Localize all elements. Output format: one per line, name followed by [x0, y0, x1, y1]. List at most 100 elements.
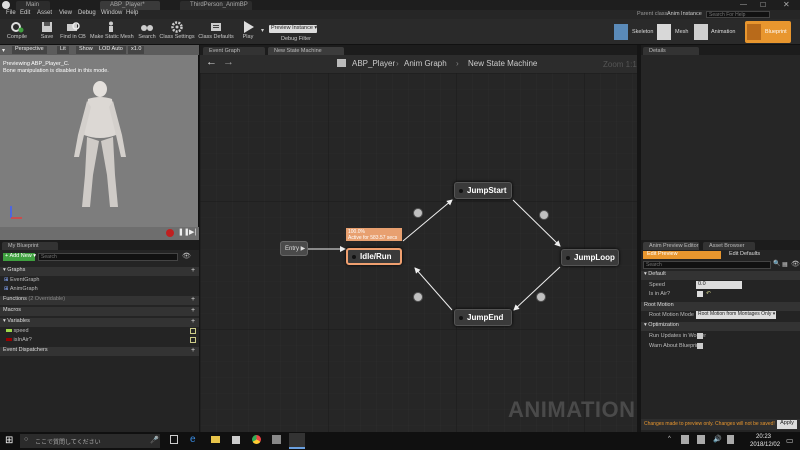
- lit-button[interactable]: Lit: [57, 46, 69, 54]
- warn-blueprint-checkbox[interactable]: [697, 343, 703, 349]
- menu-asset[interactable]: Asset: [37, 10, 52, 16]
- app-icon[interactable]: [272, 435, 281, 444]
- forward-arrow-icon[interactable]: →: [223, 56, 234, 68]
- record-button[interactable]: [166, 229, 174, 237]
- section-root-motion[interactable]: Root Motion: [641, 302, 800, 311]
- close-window-button[interactable]: ✕: [783, 0, 790, 9]
- tab-asset-browser[interactable]: Asset Browser: [703, 242, 755, 250]
- view-options-eye-icon[interactable]: 👁: [182, 252, 191, 260]
- breadcrumb-anim-graph[interactable]: Anim Graph: [404, 59, 447, 68]
- step-forward-button[interactable]: ▶|: [189, 228, 196, 236]
- section-graphs[interactable]: ▾ Graphs: [0, 267, 199, 276]
- section-event-dispatchers[interactable]: Event Dispatchers: [0, 347, 199, 356]
- menu-view[interactable]: View: [59, 10, 72, 16]
- menu-debug[interactable]: Debug: [78, 10, 96, 16]
- store-icon[interactable]: [232, 436, 240, 444]
- section-default[interactable]: ▾ Default: [641, 271, 800, 280]
- microphone-icon[interactable]: 🎤: [150, 436, 159, 444]
- mode-skeleton-button[interactable]: Skeleton: [612, 21, 653, 43]
- blueprint-search-input[interactable]: [38, 253, 178, 261]
- clock-date[interactable]: 2018/12/02: [750, 442, 780, 448]
- edit-defaults-tab[interactable]: Edit Defaults: [725, 251, 795, 259]
- apply-button[interactable]: Apply: [777, 420, 797, 429]
- tab-thirdperson-animbp[interactable]: ThirdPerson_AnimBP: [180, 1, 252, 10]
- add-graph-icon[interactable]: +: [191, 267, 195, 274]
- grid-view-icon[interactable]: ▦: [782, 261, 788, 268]
- entry-node[interactable]: Entry ▶: [280, 241, 308, 256]
- language-icon[interactable]: [727, 435, 734, 444]
- preview-viewport[interactable]: ▾ Perspective Lit Show LOD Auto x1.0 Pre…: [0, 45, 199, 240]
- graph-item-eventgraph[interactable]: ⊞ EventGraph: [4, 277, 40, 286]
- transition-rule-icon[interactable]: [539, 210, 549, 220]
- transition-rule-icon[interactable]: [536, 292, 546, 302]
- state-node-jumpend[interactable]: JumpEnd: [454, 309, 512, 326]
- battery-icon[interactable]: [697, 435, 705, 444]
- play-button[interactable]: Play: [236, 19, 260, 45]
- menu-edit[interactable]: Edit: [20, 10, 30, 16]
- task-view-icon[interactable]: [170, 435, 178, 444]
- breadcrumb-abp-player[interactable]: ABP_Player: [352, 59, 395, 68]
- variable-visibility-icon[interactable]: [190, 337, 196, 343]
- clock-time[interactable]: 20:23: [756, 434, 771, 440]
- state-node-idle-run[interactable]: Idle/Run: [346, 248, 402, 265]
- section-variables[interactable]: ▾ Variables: [0, 318, 199, 327]
- add-function-icon[interactable]: +: [191, 296, 195, 303]
- add-dispatcher-icon[interactable]: +: [191, 347, 195, 354]
- transition-rule-icon[interactable]: [413, 208, 423, 218]
- add-macro-icon[interactable]: +: [191, 307, 195, 314]
- compile-button[interactable]: Compile: [0, 19, 34, 45]
- mode-mesh-button[interactable]: Mesh: [655, 21, 691, 43]
- speed-input[interactable]: 0.0: [696, 281, 742, 289]
- viewport-menu-chevron-icon[interactable]: ▾: [2, 47, 5, 54]
- edit-preview-tab[interactable]: Edit Preview: [643, 251, 721, 259]
- tab-main[interactable]: Main: [16, 1, 50, 10]
- add-new-button[interactable]: + Add New ▾: [3, 253, 36, 261]
- section-functions[interactable]: Functions (2 Overridable): [0, 296, 199, 305]
- tab-new-state-machine[interactable]: New State Machine: [268, 47, 344, 55]
- chrome-icon[interactable]: [252, 435, 261, 444]
- inair-checkbox[interactable]: [697, 291, 703, 297]
- mode-animation-button[interactable]: Animation: [692, 21, 740, 43]
- volume-icon[interactable]: 🔊: [713, 435, 722, 443]
- run-updates-checkbox[interactable]: [697, 333, 703, 339]
- preview-search-input[interactable]: [643, 261, 771, 269]
- mode-blueprint-button[interactable]: Blueprint: [745, 21, 791, 43]
- minimize-button[interactable]: —: [740, 1, 747, 8]
- notifications-icon[interactable]: ▭: [786, 436, 794, 445]
- make-static-mesh-button[interactable]: Make Static Mesh: [90, 19, 134, 45]
- tab-event-graph[interactable]: Event Graph: [203, 47, 265, 55]
- variable-visibility-icon[interactable]: [190, 328, 196, 334]
- network-icon[interactable]: [681, 435, 689, 444]
- tab-my-blueprint[interactable]: My Blueprint: [2, 242, 58, 250]
- unreal-engine-taskbar-icon[interactable]: [289, 433, 305, 449]
- edge-icon[interactable]: e: [190, 434, 196, 445]
- menu-window[interactable]: Window: [101, 10, 122, 16]
- system-tray-chevron-icon[interactable]: ^: [668, 436, 671, 442]
- class-defaults-button[interactable]: Class Defaults: [197, 19, 235, 45]
- show-button[interactable]: Show: [76, 46, 96, 54]
- view-options-eye-icon[interactable]: 👁: [791, 260, 800, 268]
- state-node-jumpstart[interactable]: JumpStart: [454, 182, 512, 199]
- variable-speed[interactable]: speed: [6, 328, 29, 337]
- play-options-chevron-icon[interactable]: ▾: [261, 27, 264, 34]
- reset-arrow-icon[interactable]: ↶: [706, 290, 711, 297]
- file-explorer-icon[interactable]: [211, 436, 220, 443]
- add-variable-icon[interactable]: +: [191, 318, 195, 325]
- maximize-button[interactable]: ☐: [760, 1, 766, 9]
- parent-class-value[interactable]: Anim Instance: [667, 11, 702, 17]
- state-node-jumploop[interactable]: JumpLoop: [561, 249, 619, 266]
- section-macros[interactable]: Macros: [0, 307, 199, 316]
- playback-speed-button[interactable]: x1.0: [128, 46, 145, 54]
- class-settings-button[interactable]: Class Settings: [158, 19, 196, 45]
- find-in-cb-button[interactable]: Find in CB: [56, 19, 90, 45]
- back-arrow-icon[interactable]: ←: [206, 56, 217, 68]
- tab-abp-player[interactable]: ABP_Player*: [100, 1, 160, 10]
- debug-object-select[interactable]: Preview Instance ▾: [269, 25, 317, 33]
- lod-auto-button[interactable]: LOD Auto: [96, 46, 126, 54]
- windows-start-icon[interactable]: ⊞: [5, 435, 13, 446]
- variable-isinair[interactable]: isInAir?: [6, 337, 32, 346]
- transition-rule-icon[interactable]: [413, 292, 423, 302]
- anim-graph-panel[interactable]: Event Graph New State Machine ← → ABP_Pl…: [200, 45, 637, 432]
- menu-file[interactable]: File: [6, 10, 16, 16]
- perspective-button[interactable]: Perspective: [12, 46, 47, 54]
